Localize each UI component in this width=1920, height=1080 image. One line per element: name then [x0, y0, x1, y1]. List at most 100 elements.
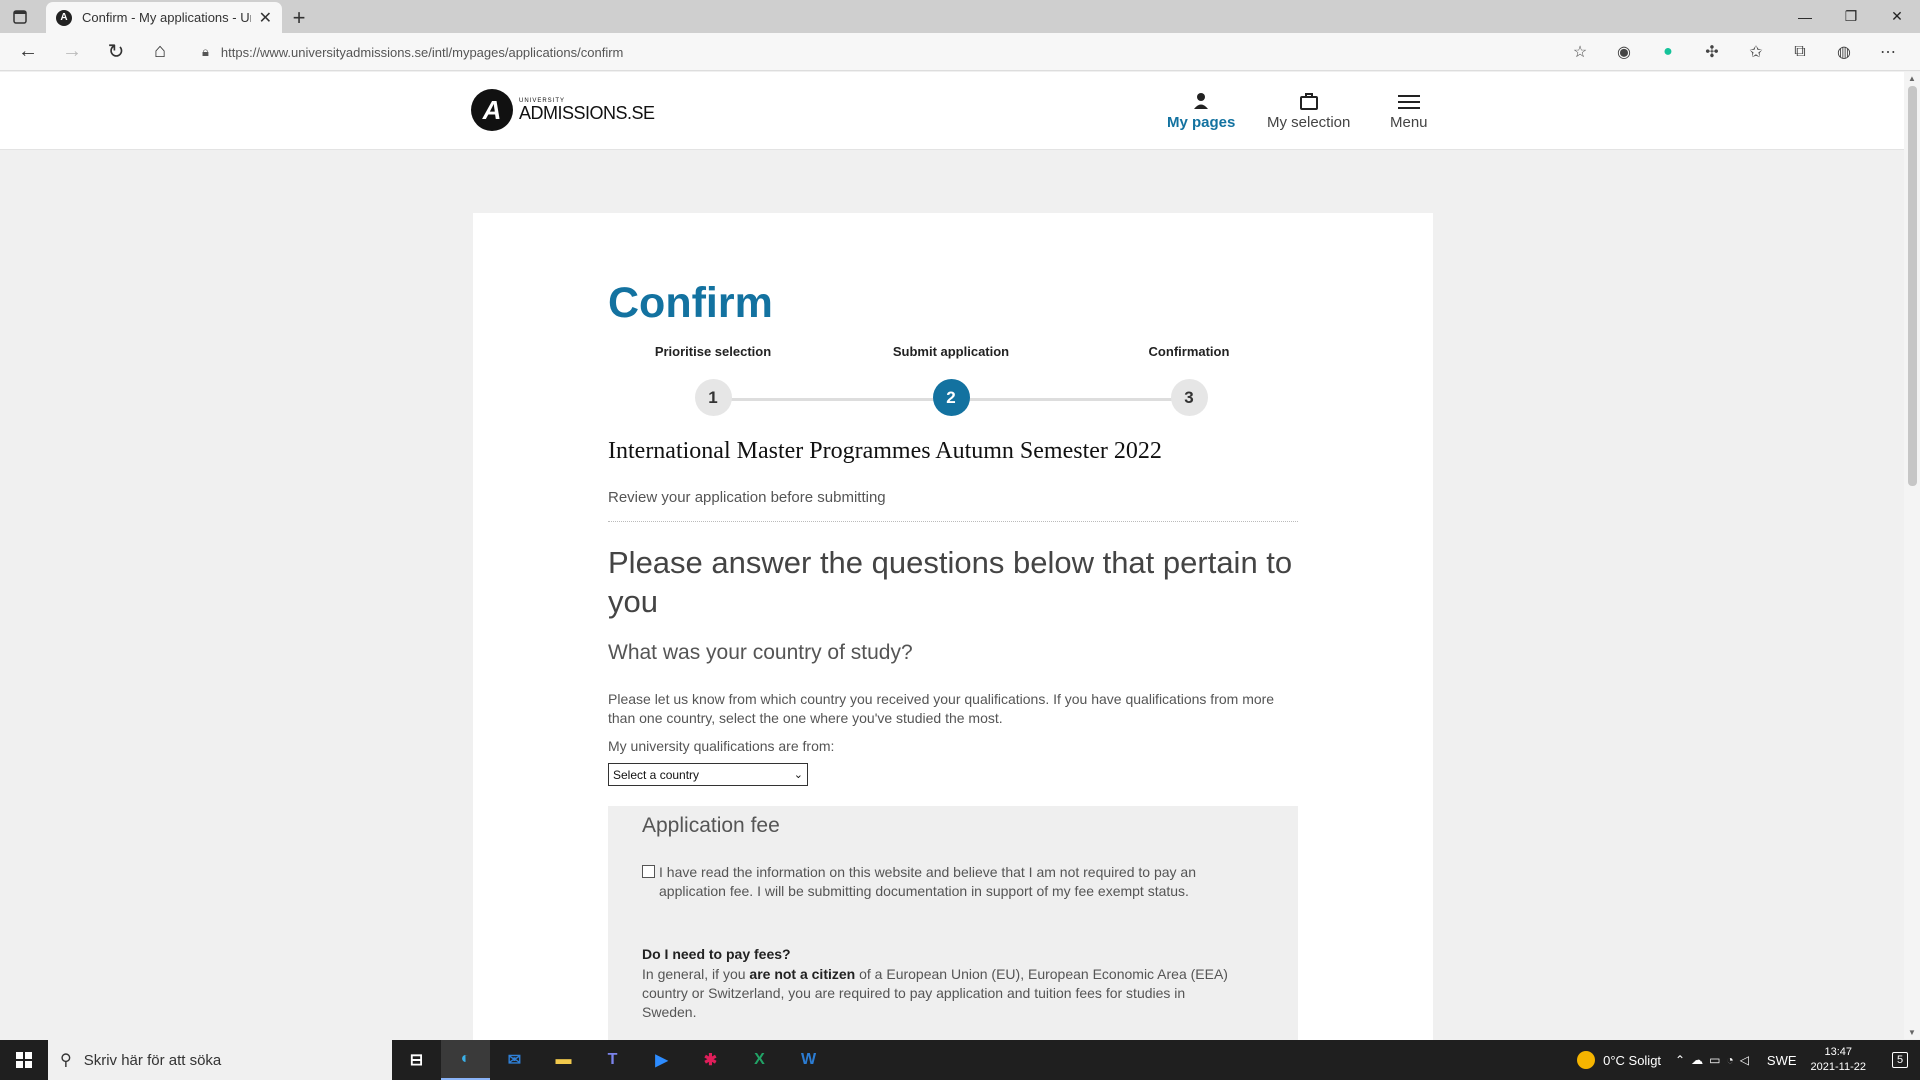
tray-icons[interactable]: ⌃☁▭◔◁	[1675, 1053, 1755, 1067]
site-favicon-icon: A	[56, 9, 72, 26]
back-button[interactable]: ←	[6, 33, 50, 71]
page-title: Confirm	[608, 279, 773, 327]
edge-icon[interactable]: ◐	[441, 1040, 490, 1080]
url-text: https://www.universityadmissions.se/intl…	[220, 44, 624, 60]
chevron-down-icon: ⌄	[793, 769, 803, 781]
country-description: Please let us know from which country yo…	[608, 691, 1275, 726]
url-field[interactable]: 🔒︎ https://www.universityadmissions.se/i…	[190, 39, 1570, 65]
zoom-icon[interactable]: ▶	[637, 1040, 686, 1080]
add-favorite-icon[interactable]: ☆	[1558, 42, 1602, 62]
confirm-card: Confirm Prioritise selection 1 Submit ap…	[473, 213, 1433, 1043]
weather-widget[interactable]: 0°C Soligt	[1577, 1051, 1661, 1069]
page-scrollbar[interactable]: ▲ ▼	[1904, 72, 1920, 1039]
taskbar-search-placeholder: Skriv här för att söka	[83, 1051, 222, 1069]
application-fee-box: Application fee I have read the informat…	[608, 806, 1298, 1043]
search-icon: ⚲	[60, 1052, 72, 1069]
country-heading: What was your country of study?	[608, 641, 913, 664]
step-number: 3	[1170, 379, 1208, 416]
nav-label: Menu	[1390, 114, 1428, 131]
tab-title: Confirm - My applications - Univ	[82, 10, 251, 25]
taskbar-search[interactable]: ⚲ Skriv här för att söka	[48, 1040, 392, 1080]
close-window-button[interactable]: ✕	[1874, 0, 1920, 33]
fee-heading: Application fee	[642, 814, 780, 837]
collections-icon[interactable]: ⧉	[1778, 43, 1822, 61]
notification-center-icon[interactable]: 5	[1880, 1040, 1920, 1080]
forward-button[interactable]: →	[50, 33, 94, 71]
site-logo[interactable]: A UNIVERSITY ADMISSIONS.SE	[471, 89, 655, 131]
extensions-icon[interactable]: ✣	[1690, 42, 1734, 62]
task-view-icon[interactable]: ⊟	[392, 1040, 441, 1080]
fee-exempt-label[interactable]: I have read the information on this webs…	[659, 863, 1242, 901]
step-number: 1	[694, 379, 732, 416]
lock-icon: 🔒︎	[202, 44, 209, 59]
section-divider	[608, 521, 1298, 522]
country-select-value: Select a country	[613, 767, 700, 782]
fee-exempt-checkbox[interactable]	[642, 865, 655, 878]
grammarly-icon[interactable]: ●	[1646, 43, 1690, 61]
tab-actions-button[interactable]	[0, 0, 40, 33]
nav-my-pages[interactable]: My pages	[1167, 92, 1235, 131]
more-icon[interactable]: ⋯	[1866, 42, 1910, 62]
browser-tab[interactable]: A Confirm - My applications - Univ ✕	[46, 2, 282, 33]
nav-label: My pages	[1167, 114, 1236, 131]
window-controls: — ❐ ✕	[1782, 0, 1920, 33]
step-prioritise: Prioritise selection 1	[633, 343, 793, 416]
nav-my-selection[interactable]: My selection	[1267, 92, 1350, 131]
file-explorer-icon[interactable]: ▬	[539, 1040, 588, 1080]
minimize-button[interactable]: —	[1782, 0, 1828, 33]
step-number: 2	[932, 379, 970, 416]
nav-label: My selection	[1267, 114, 1351, 131]
hamburger-icon	[1397, 92, 1420, 114]
clock[interactable]: 13:47 2021-11-22	[1811, 1045, 1866, 1075]
fee-answer-bold: are not a citizen	[749, 966, 856, 982]
person-icon	[1193, 92, 1209, 114]
outlook-icon[interactable]: ✉	[490, 1040, 539, 1080]
restore-button[interactable]: ❐	[1828, 0, 1874, 33]
windows-start-button[interactable]	[0, 1040, 48, 1080]
teams-icon[interactable]: T	[588, 1040, 637, 1080]
country-select[interactable]: Select a country ⌄	[608, 763, 808, 786]
tab-actions-icon	[13, 9, 27, 24]
profile-icon[interactable]: ◍	[1822, 42, 1866, 62]
language-indicator[interactable]: SWE	[1767, 1053, 1797, 1068]
weather-text: 0°C Soligt	[1603, 1052, 1662, 1068]
refresh-button[interactable]: ↻	[94, 33, 138, 71]
step-label: Confirmation	[1148, 344, 1230, 359]
progress-steps: Prioritise selection 1 Submit applicatio…	[608, 343, 1298, 423]
scrollbar-thumb[interactable]	[1908, 86, 1917, 486]
country-label: My university qualifications are from:	[608, 738, 835, 754]
fee-answer-start: In general, if you	[642, 966, 750, 982]
browser-toolbar: ☆ ◉ ● ✣ ✩ ⧉ ◍ ⋯	[1558, 33, 1910, 71]
step-submit: Submit application 2	[871, 343, 1031, 416]
scroll-up-icon[interactable]: ▲	[1904, 74, 1920, 83]
taskbar: ⚲ Skriv här för att söka ⊟ ◐ ✉ ▬ T ▶ ✱ X…	[0, 1040, 1920, 1080]
taskbar-apps: ⊟ ◐ ✉ ▬ T ▶ ✱ X W	[392, 1040, 833, 1080]
sun-icon	[1577, 1051, 1596, 1069]
logo-mark-icon: A	[471, 89, 513, 131]
tab-close-icon[interactable]: ✕	[259, 8, 272, 28]
excel-icon[interactable]: X	[735, 1040, 784, 1080]
step-label: Prioritise selection	[654, 344, 772, 359]
extension-icon[interactable]: ◉	[1602, 42, 1646, 62]
fee-question: Do I need to pay fees?	[642, 946, 791, 962]
favorites-icon[interactable]: ✩	[1734, 42, 1778, 62]
scroll-down-icon[interactable]: ▼	[1904, 1028, 1920, 1037]
notification-count: 5	[1891, 1052, 1909, 1068]
nav-menu[interactable]: Menu	[1390, 92, 1428, 131]
new-tab-button[interactable]: +	[282, 2, 316, 33]
system-tray: 0°C Soligt ⌃☁▭◔◁ SWE 13:47 2021-11-22 5	[1577, 1040, 1920, 1080]
browser-tab-bar: A Confirm - My applications - Univ ✕ + —…	[0, 0, 1920, 33]
windows-icon	[16, 1052, 32, 1068]
logo-text: ADMISSIONS.SE	[519, 102, 655, 123]
step-label: Submit application	[892, 344, 1010, 359]
slack-icon[interactable]: ✱	[686, 1040, 735, 1080]
step-confirmation: Confirmation 3	[1109, 343, 1269, 416]
application-round-title: International Master Programmes Autumn S…	[608, 438, 1162, 464]
word-icon[interactable]: W	[784, 1040, 833, 1080]
clock-date: 2021-11-22	[1810, 1061, 1866, 1073]
fee-answer: In general, if you are not a citizen of …	[642, 965, 1242, 1022]
site-header: A UNIVERSITY ADMISSIONS.SE My pages My s…	[0, 72, 1904, 150]
review-text: Review your application before submittin…	[608, 489, 886, 506]
questions-heading: Please answer the questions below that p…	[608, 545, 1293, 619]
home-button[interactable]: ⌂	[138, 33, 182, 71]
